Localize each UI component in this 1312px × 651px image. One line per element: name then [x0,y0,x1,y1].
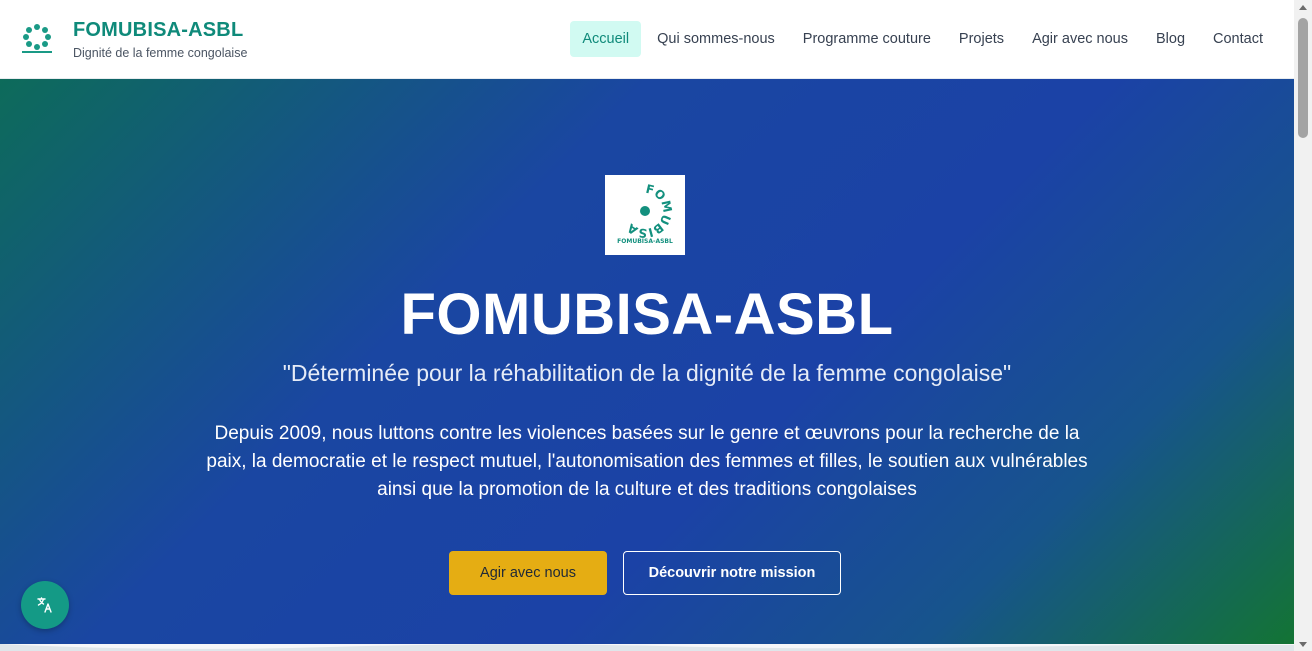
nav-item-projets[interactable]: Projets [945,21,1018,57]
hero-description: Depuis 2009, nous luttons contre les vio… [206,423,1088,500]
agir-avec-nous-button[interactable]: Agir avec nous [449,551,607,595]
hero-logo-caption: FOMUBISA-ASBL [617,238,673,245]
hero-section: FOMUBISA FOMUBISA-ASBL FOMUBISA-ASBL "Dé… [0,79,1294,644]
nav-item-qui-sommes-nous[interactable]: Qui sommes-nous [643,21,789,57]
fomubisa-logo-icon [22,24,52,53]
nav-item-contact[interactable]: Contact [1199,21,1277,57]
translate-button[interactable] [21,581,69,629]
hero-logo: FOMUBISA FOMUBISA-ASBL [605,175,685,255]
scroll-up-arrow-icon[interactable] [1294,0,1312,14]
nav-item-agir-avec-nous[interactable]: Agir avec nous [1018,21,1142,57]
scrollbar-thumb[interactable] [1298,18,1308,138]
brand[interactable]: FOMUBISA-ASBL Dignité de la femme congol… [20,18,247,60]
scroll-down-arrow-icon[interactable] [1294,637,1312,651]
decouvrir-mission-button[interactable]: Découvrir notre mission [623,551,841,595]
hero-quote: "Déterminée pour la réhabilitation de la… [282,360,1012,386]
page-scrollbar[interactable] [1294,0,1312,651]
nav-item-blog[interactable]: Blog [1142,21,1199,57]
nav-item-accueil[interactable]: Accueil [570,21,642,57]
hero-title: FOMUBISA-ASBL [400,282,894,347]
brand-title: FOMUBISA-ASBL [73,19,244,41]
site-header: FOMUBISA-ASBL Dignité de la femme congol… [0,0,1294,79]
section-divider [0,644,1294,651]
fomubisa-emblem-icon: FOMUBISA FOMUBISA-ASBL [617,182,674,245]
nav-item-programme-couture[interactable]: Programme couture [789,21,945,57]
brand-subtitle: Dignité de la femme congolaise [73,46,248,60]
translate-icon [37,597,52,613]
main-nav: Accueil Qui sommes-nous Programme coutur… [570,21,1277,57]
